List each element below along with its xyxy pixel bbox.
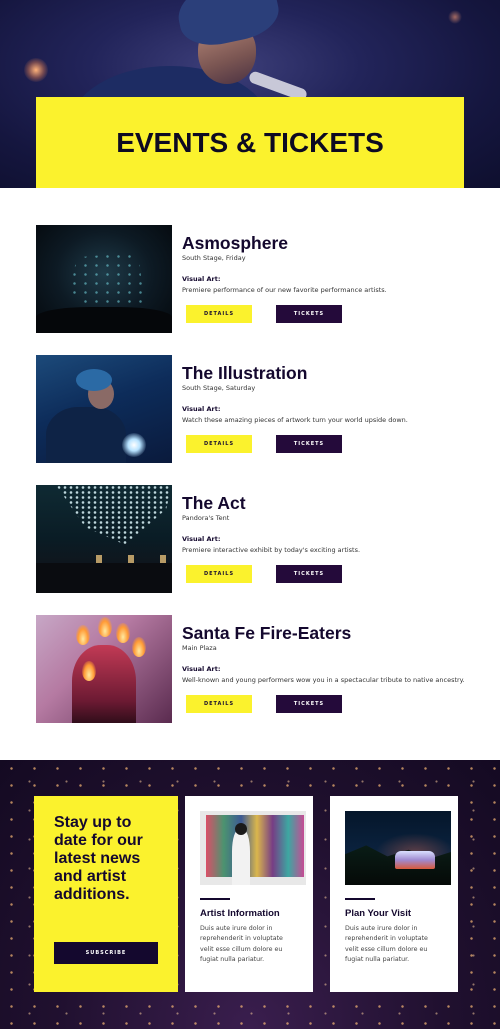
divider: [200, 898, 230, 900]
event-image[interactable]: [36, 485, 172, 593]
event-name[interactable]: The Act: [182, 493, 472, 513]
event-venue: Pandora's Tent: [182, 514, 230, 522]
event-category: Visual Art:: [182, 275, 221, 283]
event-image[interactable]: [36, 355, 172, 463]
event-name[interactable]: Asmosphere: [182, 233, 472, 253]
card-image[interactable]: [200, 811, 306, 885]
event-category: Visual Art:: [182, 405, 221, 413]
tickets-button[interactable]: TICKETS: [276, 435, 342, 453]
card-title[interactable]: Artist Information: [200, 908, 298, 919]
card-image[interactable]: [345, 811, 451, 885]
event-item: The Act Pandora's Tent Visual Art: Premi…: [36, 485, 466, 593]
event-description: Premiere interactive exhibit by today's …: [182, 546, 361, 554]
event-category: Visual Art:: [182, 535, 221, 543]
card-text: Duis aute irure dolor in reprehenderit i…: [345, 924, 428, 964]
details-button[interactable]: DETAILS: [186, 695, 252, 713]
event-category: Visual Art:: [182, 665, 221, 673]
event-venue: South Stage, Saturday: [182, 384, 256, 392]
page-title: EVENTS & TICKETS: [116, 126, 384, 158]
event-item: The Illustration South Stage, Saturday V…: [36, 355, 466, 463]
event-image[interactable]: [36, 615, 172, 723]
event-item: Santa Fe Fire-Eaters Main Plaza Visual A…: [36, 615, 466, 723]
subscribe-button[interactable]: SUBSCRIBE: [54, 942, 158, 964]
stage-light: [24, 58, 48, 82]
tickets-button[interactable]: TICKETS: [276, 305, 342, 323]
newsletter-box: Stay up to date for our latest news and …: [34, 796, 178, 992]
info-card-visit: Plan Your Visit Duis aute irure dolor in…: [330, 796, 458, 992]
event-name[interactable]: Santa Fe Fire-Eaters: [182, 623, 472, 643]
tickets-button[interactable]: TICKETS: [276, 565, 342, 583]
event-name[interactable]: The Illustration: [182, 363, 472, 383]
page-title-box: EVENTS & TICKETS: [36, 97, 464, 188]
stage-light: [448, 10, 462, 24]
card-text: Duis aute irure dolor in reprehenderit i…: [200, 924, 283, 964]
details-button[interactable]: DETAILS: [186, 565, 252, 583]
details-button[interactable]: DETAILS: [186, 435, 252, 453]
event-image[interactable]: [36, 225, 172, 333]
event-description: Well-known and young performers wow you …: [182, 676, 465, 684]
divider: [345, 898, 375, 900]
info-card-artist: Artist Information Duis aute irure dolor…: [185, 796, 313, 992]
event-description: Premiere performance of our new favorite…: [182, 286, 387, 294]
tickets-button[interactable]: TICKETS: [276, 695, 342, 713]
details-button[interactable]: DETAILS: [186, 305, 252, 323]
event-description: Watch these amazing pieces of artwork tu…: [182, 416, 408, 424]
newsletter-heading: Stay up to date for our latest news and …: [54, 814, 143, 903]
event-venue: Main Plaza: [182, 644, 217, 652]
event-item: Asmosphere South Stage, Friday Visual Ar…: [36, 225, 466, 333]
event-venue: South Stage, Friday: [182, 254, 246, 262]
card-title[interactable]: Plan Your Visit: [345, 908, 443, 919]
